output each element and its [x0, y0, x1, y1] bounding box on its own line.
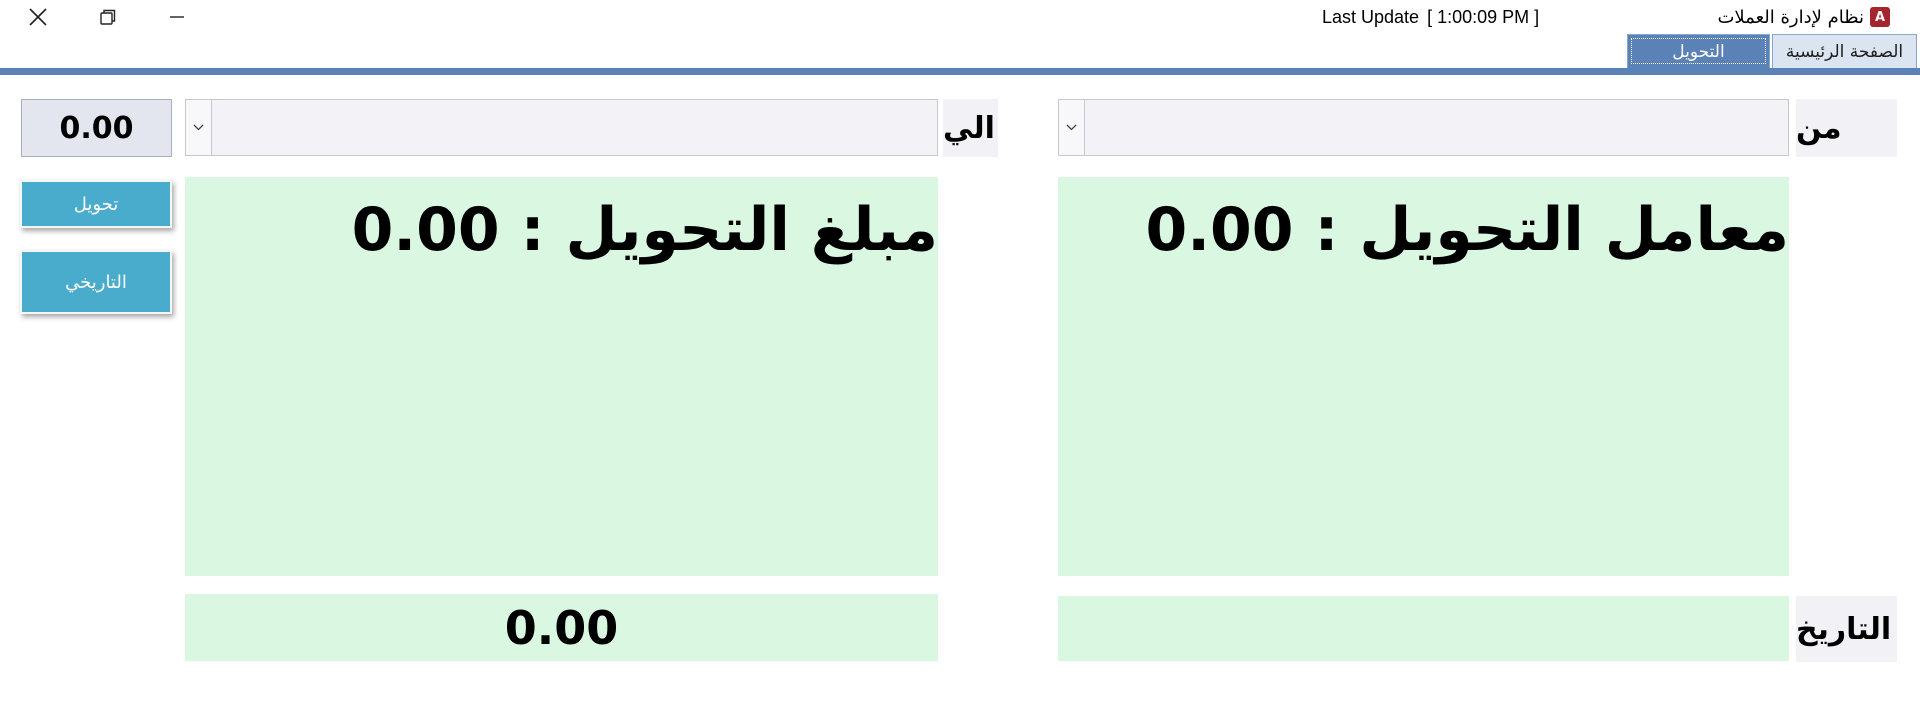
conversion-amount-heading: مبلغ التحويل : 0.00 [352, 195, 938, 265]
conversion-rate-heading: معامل التحويل : 0.00 [1146, 195, 1790, 265]
from-dropdown-button[interactable] [1059, 100, 1085, 155]
close-button[interactable] [10, 0, 66, 34]
app-title-bar: A نظام لإدارة العملات [1717, 4, 1890, 30]
history-button[interactable]: التاريخي [20, 250, 172, 314]
to-currency-select[interactable] [185, 99, 938, 156]
to-currency-value [216, 100, 929, 155]
tab-divider [0, 68, 1920, 75]
from-currency-value [1089, 100, 1780, 155]
minimize-button[interactable] [149, 0, 205, 34]
tab-transfer[interactable]: التحويل [1627, 34, 1770, 68]
tab-home[interactable]: الصفحة الرئيسية [1772, 34, 1917, 68]
conversion-rate-value: 0.00 [1145, 195, 1294, 265]
from-currency-select[interactable] [1058, 99, 1789, 156]
from-label: من [1796, 99, 1897, 157]
chevron-down-icon [193, 124, 204, 131]
conversion-rate-panel: معامل التحويل : 0.00 [1058, 177, 1789, 576]
last-update-value: [ 1:00:09 PM ] [1427, 6, 1540, 27]
minimize-icon [170, 16, 184, 18]
restore-button[interactable] [80, 0, 136, 34]
conversion-rate-label: معامل التحويل : [1314, 195, 1789, 265]
date-field[interactable] [1058, 596, 1789, 661]
close-icon [29, 8, 47, 26]
conversion-amount-panel: مبلغ التحويل : 0.00 [185, 177, 938, 576]
last-update: Last Update [ 1:00:09 PM ] [1322, 4, 1539, 30]
result-value-box: 0.00 [185, 594, 938, 661]
conversion-amount-label: مبلغ التحويل : [520, 195, 938, 265]
restore-icon [100, 9, 116, 25]
chevron-down-icon [1066, 124, 1077, 131]
access-logo-icon: A [1870, 7, 1890, 27]
total-value-box: 0.00 [21, 99, 172, 157]
conversion-amount-value: 0.00 [351, 195, 500, 265]
last-update-label: Last Update [1322, 6, 1420, 27]
app-title: نظام لإدارة العملات [1717, 6, 1864, 28]
convert-button[interactable]: تحويل [20, 180, 172, 228]
date-label: التاريخ [1796, 596, 1897, 662]
to-label: الي [943, 99, 998, 157]
to-dropdown-button[interactable] [186, 100, 212, 155]
